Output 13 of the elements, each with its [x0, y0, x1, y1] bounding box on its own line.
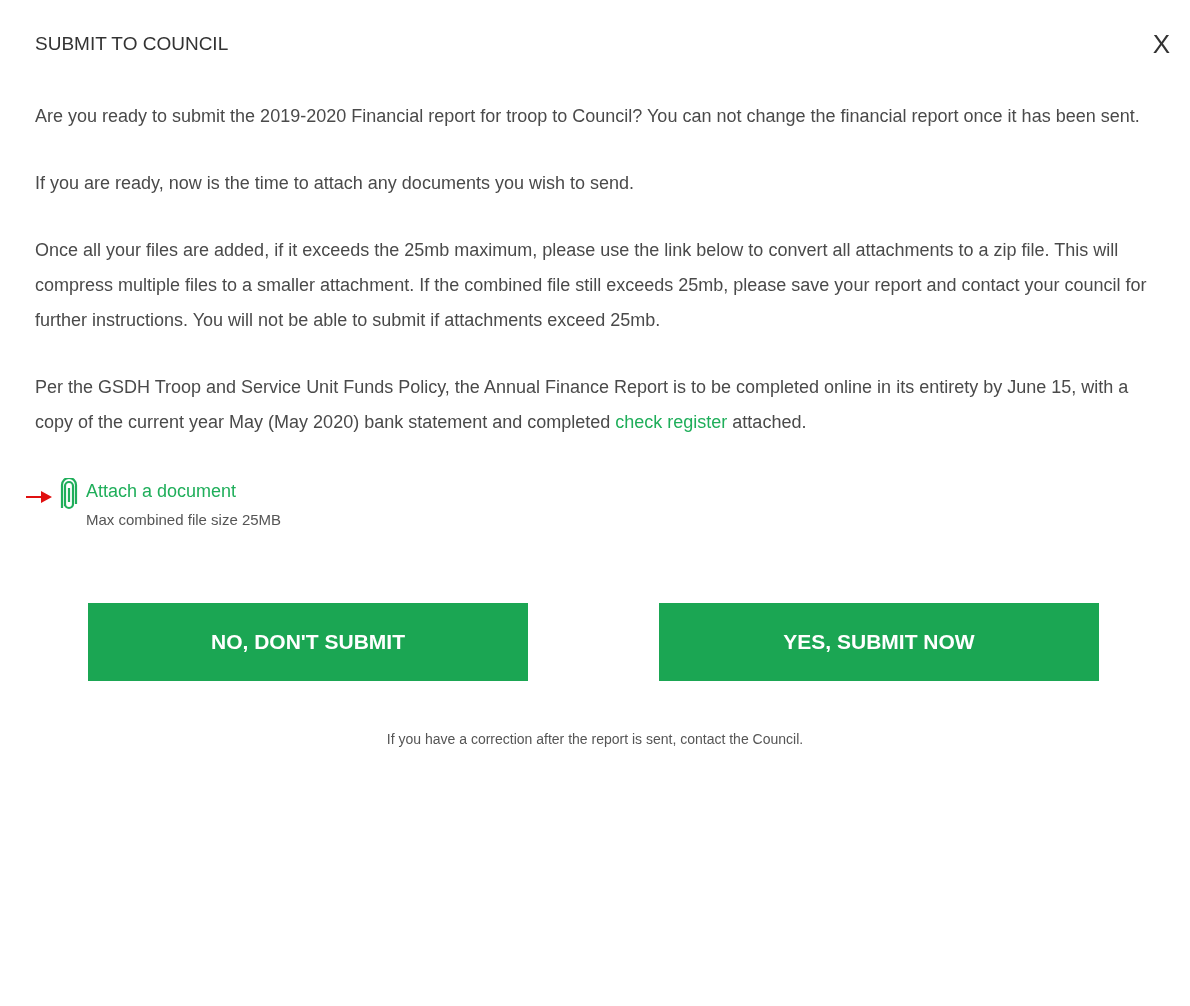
correction-note: If you have a correction after the report is sent, contact the Council. — [386, 731, 804, 747]
body-paragraph: Once all your files are added, if it exceeds the 25mb maximum, please use the link below to convert all attachments to a zip file. This will compress multiple files to a smaller attachment. If the combined file still exceeds 25mb, please save your report and contact your council for further instructions. You will not be able to submit if attachments exceed 25mb. — [35, 238, 1148, 332]
check-register-link[interactable]: check register — [615, 411, 728, 432]
dialog-title: SUBMIT TO COUNCIL — [35, 32, 229, 56]
attach-document-link[interactable]: Attach a document — [86, 477, 282, 505]
action-button[interactable]: YES, SUBMIT NOW — [659, 603, 1099, 681]
paperclip-icon — [60, 477, 78, 512]
action-button[interactable]: NO, DON'T SUBMIT — [88, 603, 528, 681]
file-size-note: Max combined file size 25MB — [86, 509, 282, 530]
body-paragraph: Are you ready to submit the 2019-2020 Financial report for troop to Council? You can not change the financial report once it has been sent. — [35, 104, 1141, 128]
close-button[interactable]: X — [1152, 31, 1170, 58]
body-paragraph: If you are ready, now is the time to attach any documents you wish to send. — [35, 171, 635, 195]
body-paragraph: Per the GSDH Troop and Service Unit Funds Policy, the Annual Finance Report is to be completed online in its entirety by June 15, with a copy of the current year May (May 2020) bank statement and completed check register attached. — [35, 375, 1130, 434]
